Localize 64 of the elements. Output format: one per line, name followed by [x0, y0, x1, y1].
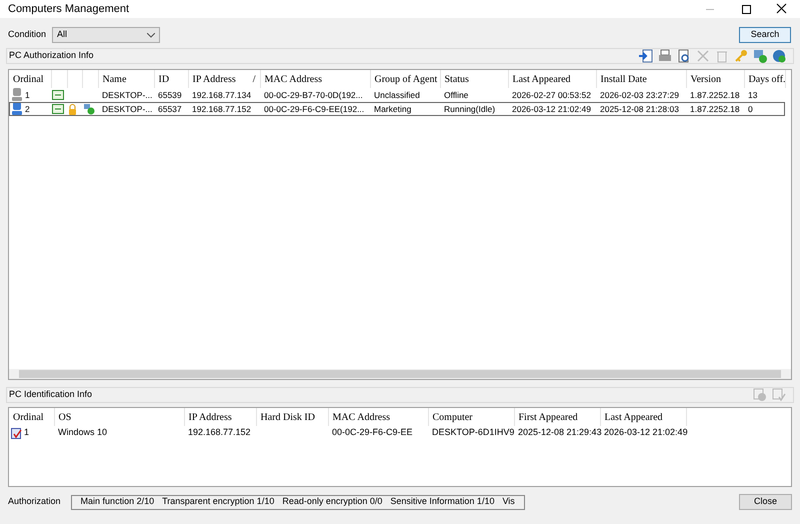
table-cell: 65539 — [158, 90, 182, 100]
column-header[interactable]: Ordinal — [9, 408, 54, 426]
column-header[interactable]: Computer — [428, 408, 514, 426]
key-icon[interactable] — [733, 48, 749, 64]
authorization-summary: Main function 2/10 Transparent encryption 1/10 Read-only encryption 0/0 Sensitive Information 1/10 Vis — [70, 494, 525, 510]
table-cell: 192.168.77.134 — [192, 90, 252, 100]
column-header[interactable]: MAC Address — [328, 408, 428, 426]
condition-dropdown[interactable]: All — [52, 27, 160, 43]
panel-title: PC Identification Info — [9, 388, 92, 402]
table-cell: 192.168.77.152 — [188, 427, 251, 438]
column-header[interactable]: Install Date — [596, 70, 686, 88]
table-cell: Running(Idle) — [444, 104, 496, 114]
column-header[interactable]: OS — [54, 408, 184, 426]
table-cell: Windows 10 — [58, 427, 108, 438]
table-cell: 1.87.2252.18 — [690, 90, 740, 100]
authorization-label: Authorization — [8, 495, 61, 508]
table-row[interactable]: 2 DESKTOP-... 65537 192.168.77.152 00-0C-29-F6-C9-EE(192... Marketing Running(Idle) 2026-03-12 21:02:49 2025-12-08 21:28:03 1.87.2252.18 0 — [9, 102, 785, 116]
window-title: Computers Management — [8, 2, 130, 17]
table-cell: 2025-12-08 21:29:43 — [518, 427, 602, 438]
table-cell-text: 1 — [24, 426, 30, 440]
table-cell: 2026-02-03 23:27:29 — [600, 90, 679, 100]
column-header[interactable]: First Appeared — [514, 408, 600, 426]
table-cell: 13 — [748, 90, 758, 100]
table-cell: 1 — [25, 88, 30, 102]
column-header[interactable]: ID — [154, 70, 188, 88]
column-header[interactable]: Days off. — [744, 70, 785, 88]
chevron-down-icon[interactable] — [147, 32, 156, 38]
column-header[interactable]: Last Appeared — [508, 70, 596, 88]
table-cell: 65537 — [158, 104, 182, 114]
certificate-icon — [11, 428, 22, 438]
table-cell: Unclassified — [374, 90, 420, 100]
column-header[interactable]: Group of Agent — [370, 70, 440, 88]
table-cell: Offline — [444, 90, 468, 100]
column-header[interactable]: Version — [686, 70, 744, 88]
table-cell: DESKTOP-6D1IHV9 — [432, 427, 514, 438]
search-button[interactable]: Search — [739, 27, 791, 43]
column-header[interactable]: Status — [440, 70, 508, 88]
horizontal-scrollbar[interactable] — [19, 370, 781, 378]
column-header[interactable]: MAC Address — [260, 70, 370, 88]
table-cell: 2 — [25, 102, 30, 116]
table-cell: Marketing — [374, 104, 412, 114]
panel-title: PC Authorization Info — [9, 49, 94, 62]
table-cell: DESKTOP-... — [102, 90, 152, 100]
column-header[interactable]: Name — [98, 70, 154, 88]
table-cell: 1.87.2252.18 — [690, 104, 740, 114]
table-cell: 00-0C-29-B7-70-0D(192... — [264, 90, 363, 100]
import-icon[interactable] — [638, 48, 654, 64]
table-cell: 2026-03-12 21:02:49 — [604, 427, 688, 438]
column-header[interactable]: IP Address / — [188, 70, 260, 88]
printer-icon[interactable] — [657, 48, 673, 64]
table-cell: 2026-03-12 21:02:49 — [512, 104, 591, 114]
table-row[interactable]: 1 DESKTOP-... 65539 192.168.77.134 00-0C-29-B7-70-0D(192... Unclassified Offline 2026-02-27 00:53:52 2026-02-03 23:27:29 1.87.2252.18 13 — [9, 88, 785, 102]
table-cell: 0 — [748, 104, 753, 114]
table-cell: 00-0C-29-F6-C9-EE(192... — [264, 104, 364, 114]
table-cell: 192.168.77.152 — [192, 104, 252, 114]
table-cell: 2026-02-27 00:53:52 — [512, 90, 591, 100]
table-cell: DESKTOP-... — [102, 104, 152, 114]
table-cell: 2025-12-08 21:28:03 — [600, 104, 679, 114]
table-cell: 00-0C-29-F6-C9-EE — [332, 427, 413, 438]
column-header[interactable]: Last Appeared — [600, 408, 686, 426]
column-header[interactable]: Hard Disk ID — [256, 408, 328, 426]
condition-label: Condition — [8, 28, 46, 42]
close-button[interactable]: Close — [739, 494, 792, 510]
column-header[interactable]: IP Address — [184, 408, 256, 426]
